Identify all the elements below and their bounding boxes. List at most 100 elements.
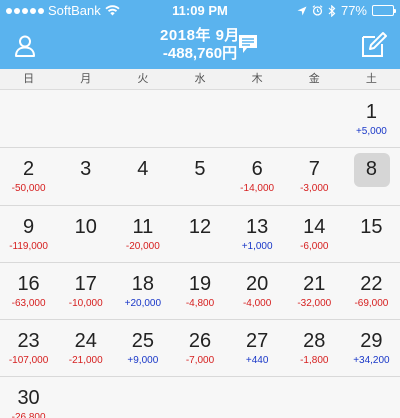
calendar-day-cell[interactable]: 6 -14,000 (228, 148, 286, 206)
calendar-day-cell[interactable]: 9 -119,000 (0, 206, 58, 263)
user-icon[interactable] (12, 33, 38, 59)
day-amount: -4,000 (242, 297, 272, 309)
day-number: 30 (17, 387, 40, 410)
day-number: 10 (74, 215, 97, 238)
calendar-day-cell[interactable]: 19 -4,800 (171, 263, 229, 321)
calendar-day-cell[interactable]: 7 -3,000 (285, 148, 343, 206)
day-amount: +9,000 (127, 355, 159, 367)
calendar-blank-cell (0, 91, 58, 149)
calendar-day-cell[interactable]: 22 -69,000 (342, 263, 400, 321)
calendar-day-cell[interactable]: 24 -21,000 (57, 320, 115, 378)
calendar-day-cell[interactable]: 10 (57, 206, 115, 263)
nav-bar: 2018年 9月 -488,760円 (0, 22, 400, 69)
weekday-header: 日月火水木金土 (0, 69, 400, 90)
battery-icon (372, 5, 396, 16)
weekday-label: 水 (194, 73, 206, 85)
day-amount: -107,000 (8, 355, 49, 367)
day-number: 9 (23, 215, 35, 238)
day-amount: -10,000 (68, 297, 103, 309)
calendar-day-cell[interactable]: 2 -50,000 (0, 148, 58, 206)
day-number: 29 (360, 330, 383, 353)
day-number: 6 (251, 158, 263, 181)
weekday-label: 火 (137, 73, 149, 85)
calendar-blank-cell (57, 91, 115, 149)
calendar-day-cell[interactable]: 8 (342, 148, 400, 206)
day-amount: +5,000 (355, 126, 387, 137)
app-header: SoftBank 11:09 PM 77% 2018年 9月 -488,760円 (0, 0, 400, 69)
weekday-label: 月 (80, 73, 92, 85)
calendar-day-cell[interactable]: 20 -4,000 (228, 263, 286, 321)
calendar-day-cell[interactable]: 25 +9,000 (114, 320, 172, 378)
day-amount: +1,000 (241, 240, 273, 252)
calendar-day-cell[interactable]: 26 -7,000 (171, 320, 229, 378)
day-number: 2 (23, 158, 35, 181)
weekday-label: 日 (23, 73, 35, 85)
day-amount: -14,000 (240, 183, 275, 195)
calendar-day-cell[interactable]: 15 (342, 206, 400, 263)
day-amount: -7,000 (185, 355, 215, 367)
calendar-day-cell[interactable]: 21 -32,000 (285, 263, 343, 321)
calendar-day-cell[interactable]: 29 +34,200 (342, 320, 400, 378)
day-number: 16 (17, 272, 40, 295)
calendar-day-cell[interactable]: 13 +1,000 (228, 206, 286, 263)
day-amount: -4,800 (185, 297, 215, 309)
edit-icon[interactable] (360, 31, 388, 59)
status-bar: SoftBank 11:09 PM 77% (0, 0, 400, 22)
day-number: 7 (308, 158, 320, 181)
day-number: 3 (80, 158, 92, 181)
calendar-day-cell[interactable]: 12 (171, 206, 229, 263)
calendar-blank-cell (228, 91, 286, 149)
bluetooth-icon (328, 4, 336, 17)
day-number: 23 (17, 330, 40, 353)
calendar-day-cell[interactable]: 28 -1,800 (285, 320, 343, 378)
calendar-blank-cell (285, 91, 343, 149)
calendar-day-cell[interactable]: 27 +440 (228, 320, 286, 378)
day-amount: -3,000 (300, 183, 329, 195)
calendar-day-cell[interactable]: 17 -10,000 (57, 263, 115, 321)
day-number: 15 (360, 215, 383, 238)
calendar-day-cell[interactable]: 14 -6,000 (285, 206, 343, 263)
day-number: 5 (194, 158, 206, 181)
calendar-blank-cell (114, 91, 172, 149)
day-number: 1 (365, 101, 377, 123)
day-number: 17 (74, 272, 97, 295)
day-number: 28 (303, 330, 326, 353)
day-number: 19 (188, 272, 212, 295)
day-number: 11 (132, 215, 154, 238)
day-amount: -21,000 (68, 355, 103, 367)
calendar-day-cell[interactable]: 30 -26,800 (0, 377, 57, 418)
battery-percent: 77% (340, 3, 367, 18)
calendar-day-cell[interactable]: 3 (57, 148, 115, 206)
calendar-grid: 1 +5,000 2 -50,000 3 4 5 6 -14,000 7 -3,000 8 9 -119,… (0, 91, 400, 418)
day-number: 13 (246, 215, 269, 238)
alarm-icon (312, 5, 323, 16)
weekday-label: 木 (251, 73, 263, 85)
calendar-day-cell[interactable]: 23 -107,000 (0, 320, 58, 378)
day-number: 24 (74, 330, 97, 353)
day-number: 22 (360, 272, 383, 295)
calendar-day-cell[interactable]: 18 +20,000 (114, 263, 172, 321)
calendar-day-cell[interactable]: 16 -63,000 (0, 263, 58, 321)
day-number: 20 (246, 272, 269, 295)
day-amount: +440 (245, 355, 269, 367)
day-number: 12 (188, 215, 212, 238)
day-number: 26 (188, 330, 212, 353)
day-number: 27 (246, 330, 269, 353)
calendar-blank-cell (171, 91, 229, 149)
day-amount: -1,800 (300, 355, 329, 367)
calendar-day-cell[interactable]: 1 +5,000 (342, 91, 400, 149)
day-amount: -50,000 (11, 183, 46, 195)
calendar-day-cell[interactable]: 5 (171, 148, 229, 206)
weekday-label: 土 (365, 73, 377, 85)
day-number: 25 (131, 330, 154, 353)
day-amount: -119,000 (9, 240, 48, 252)
day-amount: -69,000 (354, 297, 389, 309)
comment-icon[interactable] (237, 33, 259, 55)
day-amount: -20,000 (125, 240, 160, 252)
day-number: 4 (137, 158, 149, 181)
day-number: 14 (303, 215, 326, 238)
day-amount: +20,000 (124, 297, 162, 309)
day-number: 18 (131, 272, 154, 295)
calendar-day-cell[interactable]: 4 (114, 148, 172, 206)
calendar-day-cell[interactable]: 11 -20,000 (114, 206, 172, 263)
